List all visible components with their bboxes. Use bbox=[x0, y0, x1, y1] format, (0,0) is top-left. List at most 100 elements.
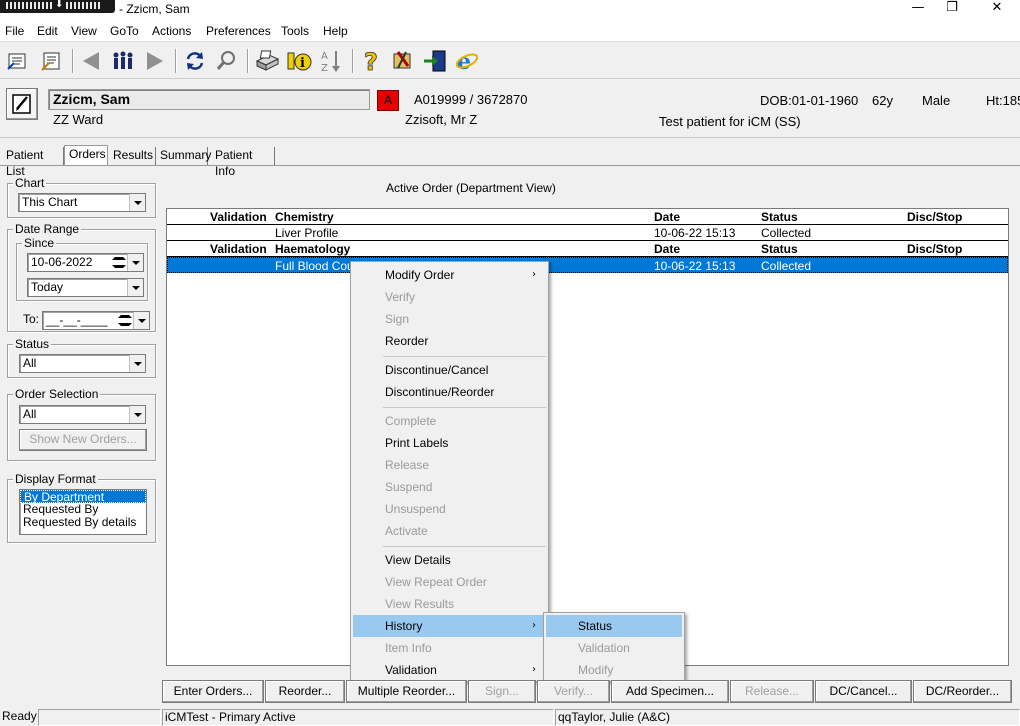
patient-list-icon[interactable] bbox=[5, 48, 31, 74]
release-button[interactable]: Release... bbox=[730, 680, 814, 703]
status-blank bbox=[38, 709, 161, 726]
chevron-down-icon[interactable] bbox=[129, 194, 145, 211]
restore-button[interactable]: ❐ bbox=[932, 0, 972, 18]
chevron-down-icon[interactable] bbox=[127, 254, 143, 271]
menu-item-sign[interactable]: Sign bbox=[353, 308, 546, 330]
menu-preferences[interactable]: Preferences bbox=[206, 24, 271, 38]
browser-icon[interactable]: e bbox=[454, 48, 480, 74]
menu-item-verify[interactable]: Verify bbox=[353, 286, 546, 308]
to-date-value: __-__-____ bbox=[46, 313, 108, 327]
menu-view[interactable]: View bbox=[71, 24, 97, 38]
menu-item-reorder[interactable]: Reorder bbox=[353, 330, 546, 352]
menu-tools[interactable]: Tools bbox=[281, 24, 309, 38]
column-status: Status bbox=[761, 242, 798, 256]
display-format-option[interactable]: Requested By details bbox=[20, 516, 146, 529]
column-date: Date bbox=[654, 242, 681, 256]
menu-item-suspend[interactable]: Suspend bbox=[353, 476, 546, 498]
settings-icon[interactable] bbox=[390, 48, 416, 74]
department-haematology: Haematology bbox=[275, 242, 351, 256]
since-preset-value: Today bbox=[31, 280, 64, 294]
svg-text:?: ? bbox=[364, 48, 378, 74]
chevron-down-icon[interactable] bbox=[133, 312, 149, 329]
menu-help[interactable]: Help bbox=[323, 24, 348, 38]
menu-item-complete[interactable]: Complete bbox=[353, 410, 546, 432]
info-icon[interactable]: i bbox=[286, 48, 312, 74]
search-icon[interactable] bbox=[214, 48, 240, 74]
menu-item-view-details[interactable]: View Details bbox=[353, 549, 546, 571]
patient-chart-icon[interactable] bbox=[38, 48, 64, 74]
submenu-item-modify[interactable]: Modify bbox=[546, 659, 682, 681]
sign-button[interactable]: Sign... bbox=[468, 680, 536, 703]
menu-item-history[interactable]: History › bbox=[353, 615, 546, 637]
edit-patient-button[interactable] bbox=[6, 88, 38, 120]
chevron-down-icon[interactable] bbox=[129, 355, 145, 372]
tab-orders[interactable]: Orders bbox=[64, 145, 108, 166]
column-status: Status bbox=[761, 210, 798, 224]
menu-item-activate[interactable]: Activate bbox=[353, 520, 546, 542]
display-format-list[interactable]: By Department Requested By Requested By … bbox=[19, 489, 147, 535]
refresh-icon[interactable] bbox=[182, 48, 208, 74]
menu-item-release[interactable]: Release bbox=[353, 454, 546, 476]
tab-results[interactable]: Results bbox=[109, 147, 156, 165]
menu-edit[interactable]: Edit bbox=[37, 24, 58, 38]
chevron-down-icon[interactable] bbox=[129, 406, 145, 423]
tab-patient-info[interactable]: Patient Info bbox=[211, 147, 275, 178]
table-row[interactable]: Full Blood Count 10-06-22 15:13 Collecte… bbox=[167, 257, 1008, 273]
order-name: Liver Profile bbox=[275, 226, 339, 240]
print-icon[interactable] bbox=[254, 48, 280, 74]
menu-item-item-info[interactable]: Item Info bbox=[353, 637, 546, 659]
menu-item-view-repeat-order[interactable]: View Repeat Order bbox=[353, 571, 546, 593]
menu-actions[interactable]: Actions bbox=[152, 24, 191, 38]
menu-item-discontinue-cancel[interactable]: Discontinue/Cancel bbox=[353, 359, 546, 381]
status-select[interactable]: All bbox=[19, 354, 146, 373]
menu-goto[interactable]: GoTo bbox=[110, 24, 139, 38]
to-date-spinner[interactable] bbox=[118, 312, 132, 329]
menu-item-unsuspend[interactable]: Unsuspend bbox=[353, 498, 546, 520]
chevron-down-icon[interactable] bbox=[127, 279, 143, 296]
close-button[interactable]: ✕ bbox=[977, 0, 1017, 18]
dc-reorder-button[interactable]: DC/Reorder... bbox=[913, 680, 1012, 703]
verify-button[interactable]: Verify... bbox=[537, 680, 610, 703]
chart-select-value: This Chart bbox=[22, 195, 78, 209]
menu-item-validation[interactable]: Validation › bbox=[353, 659, 546, 681]
patient-doctor: Zzisoft, Mr Z bbox=[405, 112, 478, 127]
status-user: qqTaylor, Julie (A&C) bbox=[555, 709, 1020, 726]
multiple-reorder-button[interactable]: Multiple Reorder... bbox=[346, 680, 467, 703]
dc-cancel-button[interactable]: DC/Cancel... bbox=[815, 680, 912, 703]
since-preset-select[interactable]: Today bbox=[27, 278, 144, 297]
chevron-right-icon: › bbox=[532, 664, 536, 675]
menu-file[interactable]: File bbox=[5, 24, 24, 38]
to-date-picker[interactable]: __-__-____ bbox=[42, 311, 150, 330]
add-specimen-button[interactable]: Add Specimen... bbox=[611, 680, 729, 703]
menu-separator bbox=[383, 546, 546, 547]
menu-item-discontinue-reorder[interactable]: Discontinue/Reorder bbox=[353, 381, 546, 403]
menu-separator bbox=[383, 356, 546, 357]
menu-item-view-results[interactable]: View Results bbox=[353, 593, 546, 615]
chart-select[interactable]: This Chart bbox=[18, 193, 146, 212]
since-date-picker[interactable]: 10-06-2022 bbox=[27, 253, 144, 272]
reorder-button[interactable]: Reorder... bbox=[265, 680, 345, 703]
submenu-item-status[interactable]: Status bbox=[546, 615, 682, 637]
show-new-orders-button[interactable]: Show New Orders... bbox=[19, 429, 147, 451]
menu-bar: File Edit View GoTo Actions Preferences … bbox=[0, 20, 1020, 42]
submenu-item-validation[interactable]: Validation bbox=[546, 637, 682, 659]
alert-badge[interactable]: A bbox=[377, 90, 399, 111]
table-row[interactable]: Liver Profile 10-06-22 15:13 Collected bbox=[167, 225, 1008, 241]
since-date-spinner[interactable] bbox=[112, 254, 126, 271]
section-header: Validation Haematology Date Status Disc/… bbox=[167, 241, 1008, 257]
tab-summary[interactable]: Summary bbox=[156, 147, 211, 165]
forward-arrow-icon[interactable] bbox=[142, 48, 168, 74]
tab-patient-list[interactable]: Patient List bbox=[2, 147, 64, 178]
menu-item-modify-order[interactable]: Modify Order › bbox=[353, 264, 546, 286]
people-icon[interactable] bbox=[110, 48, 136, 74]
enter-orders-button[interactable]: Enter Orders... bbox=[162, 680, 264, 703]
sort-az-icon[interactable]: AZ bbox=[318, 48, 344, 74]
help-icon[interactable]: ? bbox=[358, 48, 384, 74]
menu-item-print-labels[interactable]: Print Labels bbox=[353, 432, 546, 454]
order-selection-label: Order Selection bbox=[13, 387, 101, 401]
back-arrow-icon[interactable] bbox=[78, 48, 104, 74]
to-label: To: bbox=[23, 312, 40, 326]
order-selection-select[interactable]: All bbox=[19, 405, 146, 424]
column-validation: Validation bbox=[210, 210, 267, 224]
exit-icon[interactable] bbox=[422, 48, 448, 74]
